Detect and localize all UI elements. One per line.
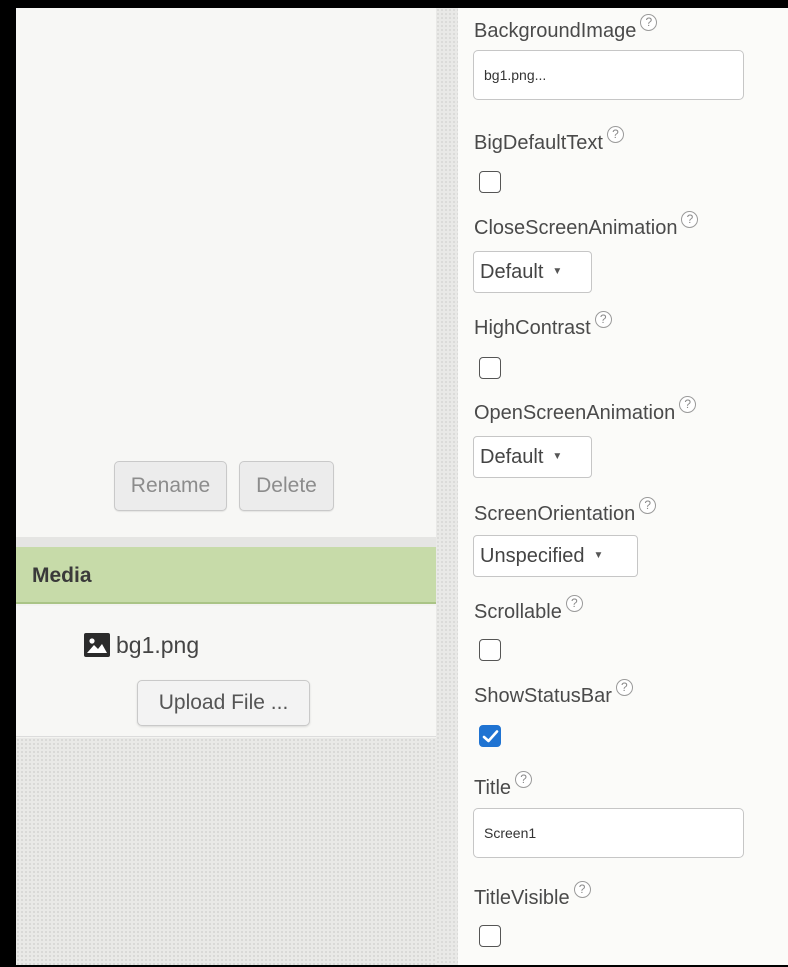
empty-panel-area bbox=[16, 738, 436, 965]
help-icon[interactable]: ? bbox=[573, 881, 591, 898]
checkmark-icon bbox=[482, 730, 499, 743]
media-panel: bg1.png Upload File ... bbox=[16, 606, 436, 737]
dropdown-caret-icon: ▼ bbox=[593, 550, 604, 561]
big-default-text-checkbox[interactable] bbox=[479, 171, 501, 193]
dropdown-caret-icon: ▼ bbox=[552, 266, 563, 277]
prop-show-status-bar-label: ShowStatusBar? bbox=[474, 679, 633, 708]
image-icon bbox=[84, 633, 110, 657]
designer-frame: Rename Delete Media bg1.png Upload File … bbox=[16, 8, 788, 965]
rename-button[interactable]: Rename bbox=[114, 461, 227, 511]
prop-scrollable-label: Scrollable? bbox=[474, 595, 583, 624]
title-field[interactable]: Screen1 bbox=[473, 808, 744, 858]
components-panel: Rename Delete bbox=[16, 8, 436, 537]
high-contrast-checkbox[interactable] bbox=[479, 357, 501, 379]
media-file-name: bg1.png bbox=[116, 631, 200, 658]
help-icon[interactable]: ? bbox=[565, 595, 583, 612]
media-header: Media bbox=[16, 547, 436, 604]
delete-button[interactable]: Delete bbox=[239, 461, 334, 511]
prop-close-screen-animation-label: CloseScreenAnimation? bbox=[474, 211, 699, 240]
prop-screen-orientation-label: ScreenOrientation? bbox=[474, 497, 657, 526]
help-icon[interactable]: ? bbox=[594, 311, 612, 328]
prop-background-image-label: BackgroundImage? bbox=[474, 14, 658, 43]
show-status-bar-checkbox[interactable] bbox=[479, 725, 501, 747]
scrollable-checkbox[interactable] bbox=[479, 639, 501, 661]
help-icon[interactable]: ? bbox=[640, 14, 658, 31]
prop-big-default-text-label: BigDefaultText? bbox=[474, 126, 624, 155]
dropdown-caret-icon: ▼ bbox=[552, 451, 563, 462]
panel-divider bbox=[16, 537, 436, 547]
media-file-item[interactable]: bg1.png bbox=[84, 629, 199, 661]
prop-title-visible-label: TitleVisible? bbox=[474, 881, 591, 910]
title-visible-checkbox[interactable] bbox=[479, 925, 501, 947]
help-icon[interactable]: ? bbox=[615, 679, 633, 696]
upload-file-button[interactable]: Upload File ... bbox=[137, 680, 310, 726]
prop-high-contrast-label: HighContrast? bbox=[474, 311, 612, 340]
background-image-field[interactable]: bg1.png... bbox=[473, 50, 744, 100]
help-icon[interactable]: ? bbox=[639, 497, 657, 514]
properties-panel: BackgroundImage? bg1.png... BigDefaultTe… bbox=[458, 8, 788, 965]
close-screen-animation-dropdown[interactable]: Default ▼ bbox=[473, 251, 592, 293]
help-icon[interactable]: ? bbox=[679, 396, 697, 413]
help-icon[interactable]: ? bbox=[681, 211, 699, 228]
prop-open-screen-animation-label: OpenScreenAnimation? bbox=[474, 396, 697, 425]
open-screen-animation-dropdown[interactable]: Default ▼ bbox=[473, 436, 592, 478]
prop-title-label: Title? bbox=[474, 771, 533, 800]
help-icon[interactable]: ? bbox=[606, 126, 624, 143]
screen-orientation-dropdown[interactable]: Unspecified ▼ bbox=[473, 535, 638, 577]
panel-gutter bbox=[436, 8, 458, 965]
help-icon[interactable]: ? bbox=[515, 771, 533, 788]
